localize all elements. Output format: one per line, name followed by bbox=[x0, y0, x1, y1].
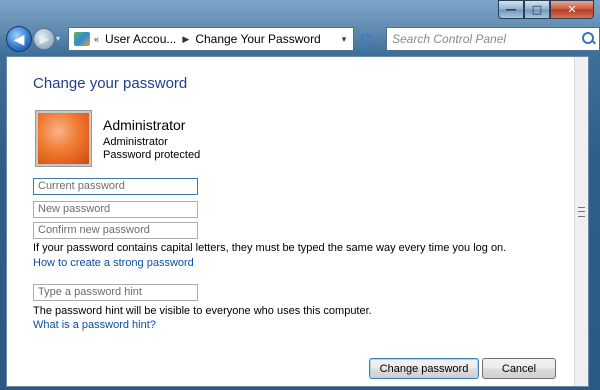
change-password-button[interactable]: Change password bbox=[369, 358, 479, 379]
password-hint-field[interactable]: Type a password hint bbox=[33, 284, 198, 301]
search-box[interactable]: Search Control Panel bbox=[386, 27, 600, 51]
breadcrumb-change-password[interactable]: Change Your Password bbox=[195, 32, 320, 46]
back-arrow-icon: ◀ bbox=[13, 30, 25, 47]
content-pane: Change your password Administrator Admin… bbox=[6, 56, 589, 387]
breadcrumb-overflow[interactable]: « bbox=[94, 34, 99, 44]
hint-visibility-note: The password hint will be visible to eve… bbox=[33, 305, 372, 317]
refresh-icon: ⟳ bbox=[361, 30, 373, 46]
password-hint-link[interactable]: What is a password hint? bbox=[33, 319, 156, 331]
cancel-button[interactable]: Cancel bbox=[482, 358, 556, 379]
refresh-button[interactable]: ⟳ bbox=[356, 28, 378, 49]
search-input[interactable]: Search Control Panel bbox=[387, 32, 580, 46]
page-title: Change your password bbox=[33, 75, 188, 92]
search-icon[interactable] bbox=[580, 31, 596, 47]
address-dropdown-icon[interactable]: ▾ bbox=[335, 34, 353, 45]
account-type: Administrator bbox=[103, 136, 168, 148]
vertical-scrollbar[interactable] bbox=[574, 57, 588, 386]
control-panel-icon bbox=[74, 32, 90, 46]
control-panel-window: — □ ✕ ◀ ▶ ▾ « User Accou... ▶ Change You… bbox=[0, 0, 600, 390]
window-caption-buttons: — □ ✕ bbox=[498, 0, 594, 19]
new-password-field[interactable]: New password bbox=[33, 201, 198, 218]
strong-password-link[interactable]: How to create a strong password bbox=[33, 257, 194, 269]
breadcrumb-user-accounts[interactable]: User Accou... bbox=[105, 32, 176, 46]
navigation-bar: ◀ ▶ ▾ « User Accou... ▶ Change Your Pass… bbox=[6, 26, 600, 52]
recent-pages-dropdown[interactable]: ▾ bbox=[56, 34, 60, 43]
current-password-field[interactable]: Current password bbox=[33, 178, 198, 195]
account-name: Administrator bbox=[103, 117, 186, 133]
user-avatar bbox=[36, 111, 91, 166]
maximize-button[interactable]: □ bbox=[524, 0, 550, 19]
back-button[interactable]: ◀ bbox=[6, 26, 32, 52]
confirm-password-field[interactable]: Confirm new password bbox=[33, 222, 198, 239]
scrollbar-grip[interactable] bbox=[578, 207, 585, 217]
minimize-button[interactable]: — bbox=[498, 0, 524, 19]
forward-arrow-icon: ▶ bbox=[39, 32, 49, 46]
account-status: Password protected bbox=[103, 149, 201, 161]
capital-letters-note: If your password contains capital letter… bbox=[33, 242, 507, 254]
address-bar[interactable]: « User Accou... ▶ Change Your Password ▾ bbox=[68, 27, 354, 51]
forward-button[interactable]: ▶ bbox=[33, 28, 55, 50]
breadcrumb-separator-icon[interactable]: ▶ bbox=[182, 34, 189, 45]
close-button[interactable]: ✕ bbox=[550, 0, 594, 19]
